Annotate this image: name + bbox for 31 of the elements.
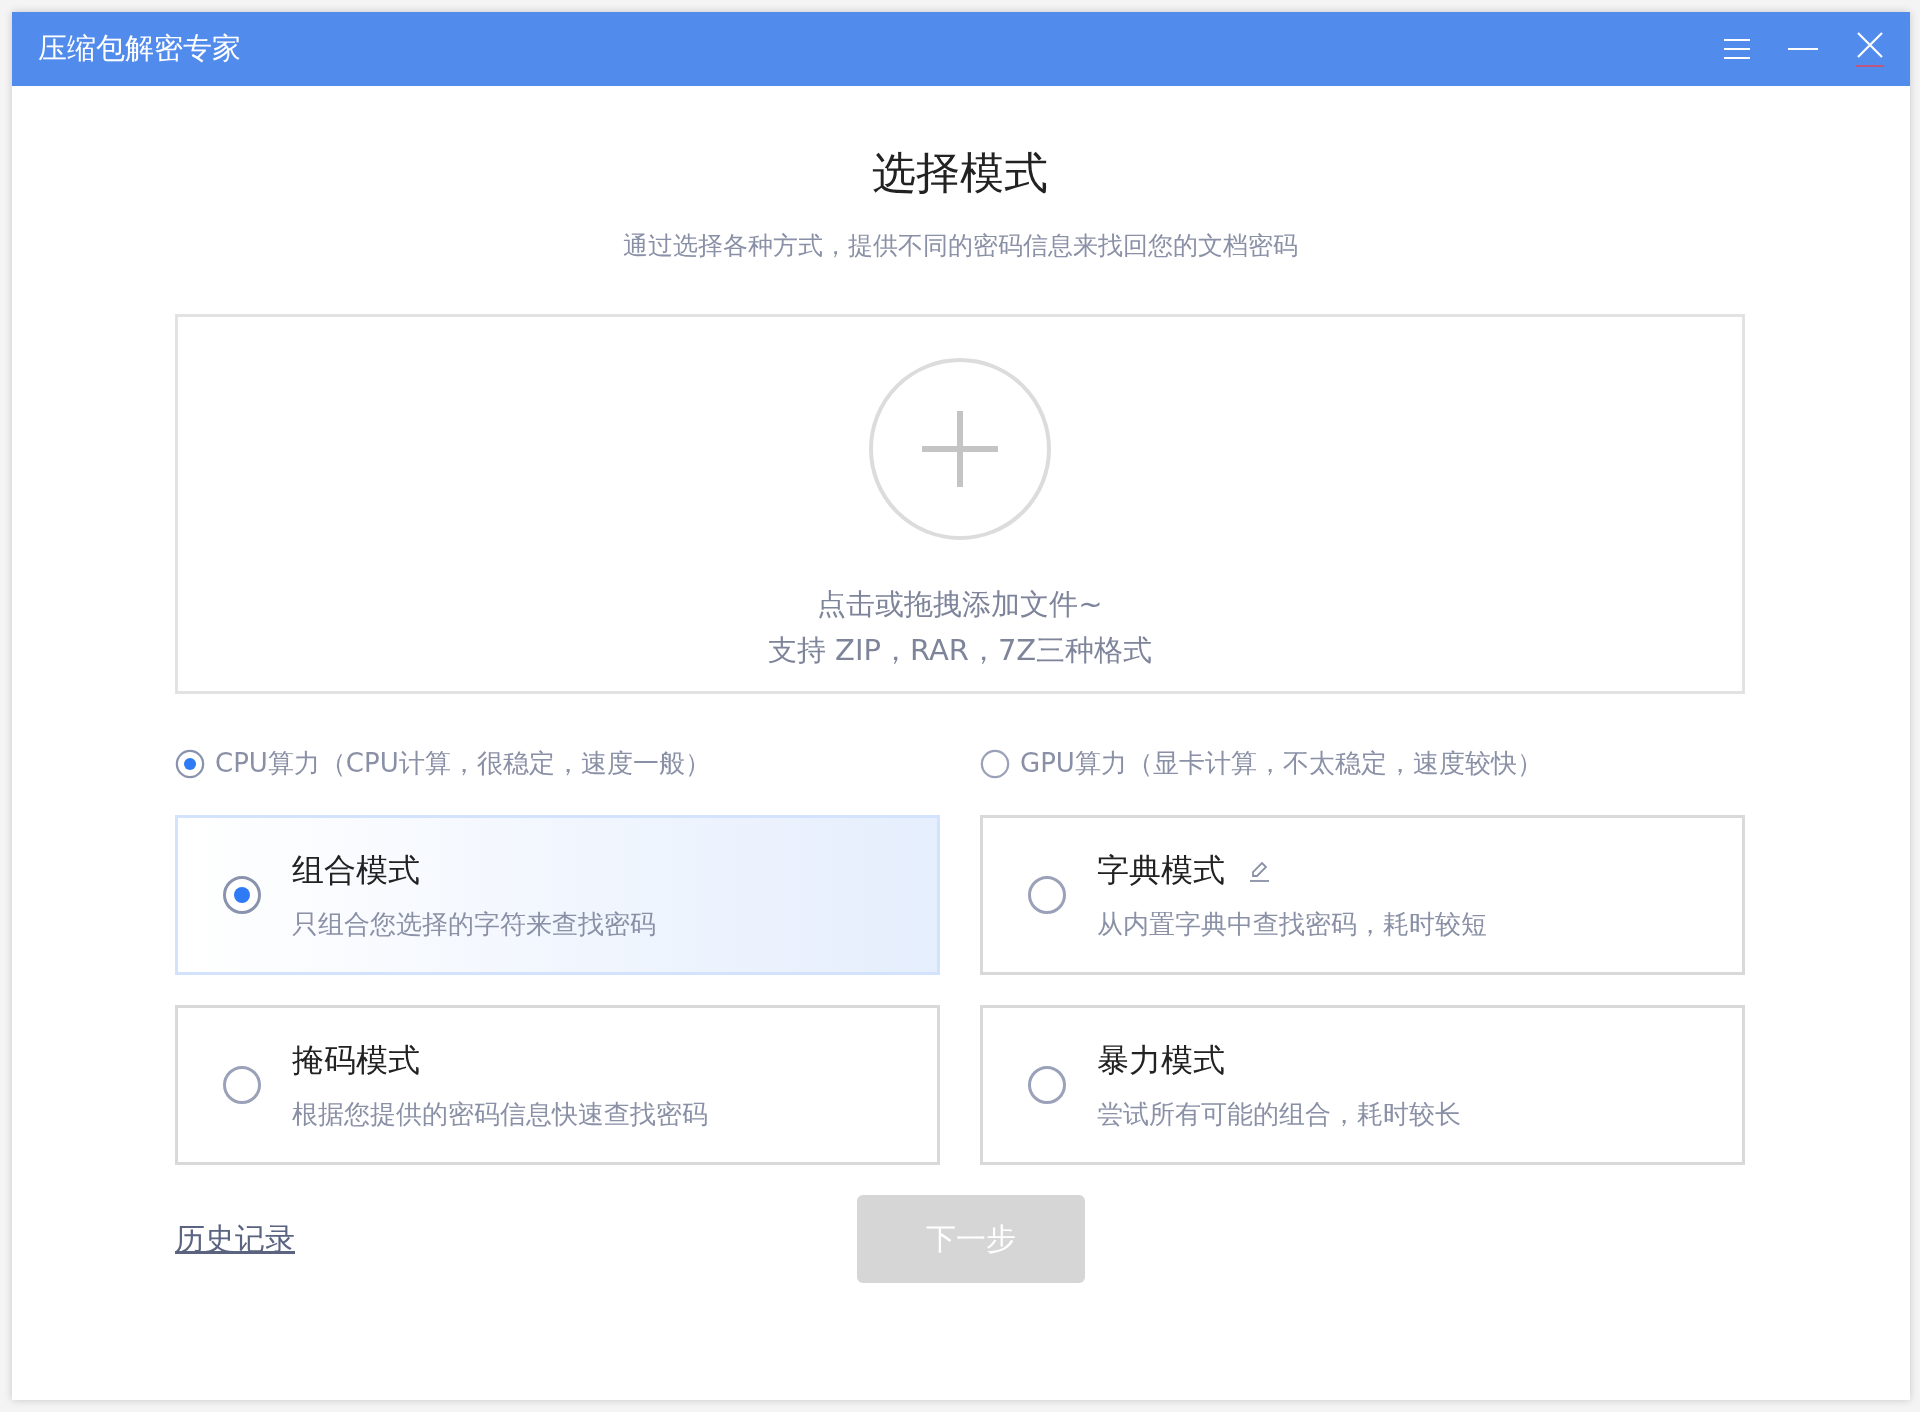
mode-title: 掩码模式	[292, 1039, 420, 1081]
mode-description: 只组合您选择的字符来查找密码	[292, 907, 656, 941]
close-icon[interactable]	[1856, 31, 1884, 67]
mode-card[interactable]: 字典模式 从内置字典中查找密码，耗时较短	[980, 815, 1745, 975]
compute-option-label[interactable]: CPU算力（CPU计算，很稳定，速度一般）	[215, 746, 711, 781]
compute-option-label[interactable]: GPU算力（显卡计算，不太稳定，速度较快）	[1020, 746, 1543, 781]
mode-title: 字典模式	[1097, 849, 1225, 891]
mode-card[interactable]: 组合模式 只组合您选择的字符来查找密码	[175, 815, 940, 975]
history-link[interactable]: 历史记录	[175, 1218, 857, 1260]
page-subtitle: 通过选择各种方式，提供不同的密码信息来找回您的文档密码	[622, 230, 1298, 262]
drop-zone-text: 支持 ZIP，RAR，7Z三种格式	[767, 632, 1153, 669]
radio-icon[interactable]	[980, 748, 1010, 779]
mode-description: 尝试所有可能的组合，耗时较长	[1097, 1097, 1461, 1131]
radio-selected-icon[interactable]	[222, 875, 262, 915]
mode-title: 暴力模式	[1097, 1039, 1225, 1081]
radio-icon[interactable]	[1027, 1065, 1067, 1105]
mode-description: 根据您提供的密码信息快速查找密码	[292, 1097, 708, 1131]
radio-icon[interactable]	[1027, 875, 1067, 915]
page-heading: 选择模式	[872, 146, 1048, 200]
file-drop-zone[interactable]: 点击或拖拽添加文件~ 支持 ZIP，RAR，7Z三种格式	[175, 314, 1745, 694]
window-title: 压缩包解密专家	[38, 30, 242, 67]
mode-title: 组合模式	[292, 849, 420, 891]
minimize-icon[interactable]	[1788, 47, 1818, 51]
drop-zone-text: 点击或拖拽添加文件~	[817, 586, 1103, 623]
radio-selected-icon[interactable]	[175, 748, 205, 779]
mode-card[interactable]: 暴力模式 尝试所有可能的组合，耗时较长	[980, 1005, 1745, 1165]
menu-icon[interactable]	[1724, 38, 1750, 60]
radio-icon[interactable]	[222, 1065, 262, 1105]
add-file-icon[interactable]	[868, 357, 1052, 541]
mode-card[interactable]: 掩码模式 根据您提供的密码信息快速查找密码	[175, 1005, 940, 1165]
mode-description: 从内置字典中查找密码，耗时较短	[1097, 907, 1487, 941]
